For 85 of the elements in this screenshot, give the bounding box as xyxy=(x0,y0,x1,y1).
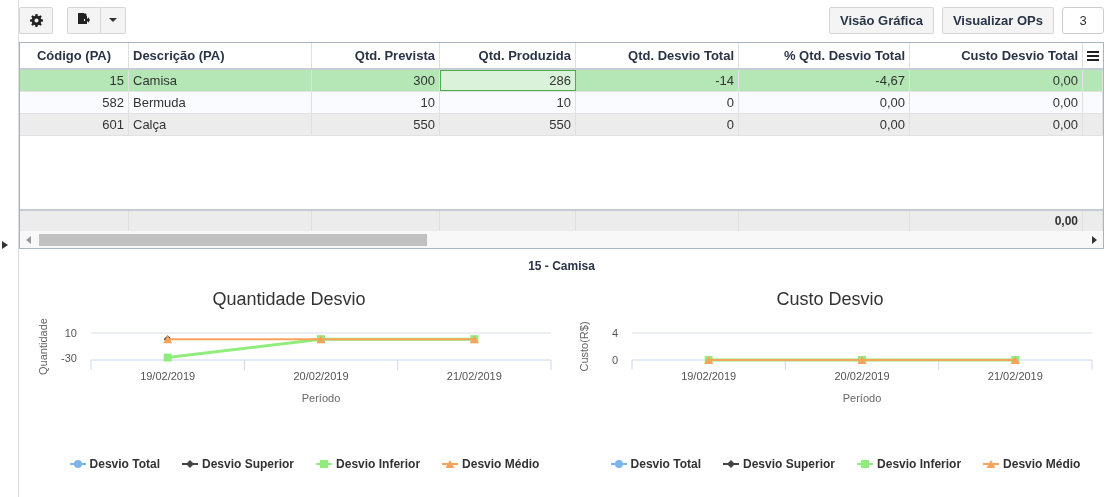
legend-label: Desvio Superior xyxy=(202,457,295,471)
scroll-left-icon[interactable] xyxy=(26,235,31,244)
y-tick-label: 0 xyxy=(611,354,618,366)
legend-label: Desvio Médio xyxy=(1003,457,1081,471)
count-badge: 3 xyxy=(1062,6,1104,34)
y-axis-label: Quantidade xyxy=(37,318,49,375)
table-cell: 10 xyxy=(312,92,440,113)
file-export-icon xyxy=(78,13,90,27)
table-cell: 15 xyxy=(20,70,129,91)
table-cell: 601 xyxy=(20,114,129,135)
table-cell: 0,00 xyxy=(739,114,910,135)
column-header[interactable]: % Qtd. Desvio Total xyxy=(739,43,910,68)
toolbar-button[interactable]: Visualizar OPs xyxy=(941,6,1054,34)
legend-item[interactable]: Desvio Médio xyxy=(442,457,540,471)
legend-item[interactable]: Desvio Total xyxy=(69,457,160,471)
chart-title: Quantidade Desvio xyxy=(212,289,366,309)
legend-item[interactable]: Desvio Superior xyxy=(182,457,295,471)
legend-marker-icon xyxy=(983,459,1000,469)
legend-label: Desvio Total xyxy=(89,457,161,471)
table-cell: Camisa xyxy=(129,70,312,91)
table-cell: 582 xyxy=(20,92,129,113)
x-tick-label: 20/02/2019 xyxy=(293,370,349,382)
column-header[interactable]: Descrição (PA) xyxy=(129,43,312,68)
section-title: 15 - Camisa xyxy=(527,259,596,273)
x-tick-label: 19/02/2019 xyxy=(681,370,737,382)
legend-marker-icon xyxy=(723,459,739,469)
column-header[interactable]: Qtd. Produzida xyxy=(440,43,576,68)
legend-marker-icon xyxy=(442,459,459,469)
table-cell: 0,00 xyxy=(910,70,1083,91)
legend-marker-icon xyxy=(182,459,198,469)
legend-item[interactable]: Desvio Inferior xyxy=(316,457,421,471)
legend-item[interactable]: Desvio Superior xyxy=(723,457,836,471)
table-cell: Calça xyxy=(129,114,312,135)
legend-label: Desvio Inferior xyxy=(336,457,421,471)
table-cell: 10 xyxy=(440,92,576,113)
x-tick-label: 21/02/2019 xyxy=(987,370,1043,382)
y-axis-label: Custo(R$) xyxy=(578,321,590,372)
legend-label: Desvio Superior xyxy=(743,457,836,471)
column-header[interactable]: Qtd. Prevista xyxy=(312,43,440,68)
legend-item[interactable]: Desvio Médio xyxy=(983,457,1081,471)
legend-label: Desvio Médio xyxy=(462,457,540,471)
legend-marker-icon xyxy=(610,459,627,469)
x-tick-label: 20/02/2019 xyxy=(834,370,890,382)
table-cell: -14 xyxy=(576,70,739,91)
export-button[interactable] xyxy=(67,6,101,34)
legend-label: Desvio Inferior xyxy=(877,457,962,471)
caret-icon xyxy=(109,18,117,22)
legend-marker-icon xyxy=(316,459,333,469)
y-tick-label: 4 xyxy=(611,327,618,339)
legend-item[interactable]: Desvio Total xyxy=(610,457,701,471)
table-cell: 0,00 xyxy=(739,92,910,113)
x-axis-label: Período xyxy=(842,392,882,404)
total-value: 0,00 xyxy=(1054,214,1078,228)
table-cell: 0,00 xyxy=(910,92,1083,113)
chart-title: Custo Desvio xyxy=(776,289,884,309)
menu-icon[interactable] xyxy=(1087,50,1099,61)
x-tick-label: 21/02/2019 xyxy=(446,370,502,382)
table-cell: 0 xyxy=(576,114,739,135)
settings-button[interactable] xyxy=(19,6,53,34)
column-header[interactable]: Custo Desvio Total xyxy=(910,43,1083,68)
table-cell: 0,00 xyxy=(910,114,1083,135)
table-cell: -4,67 xyxy=(739,70,910,91)
column-header[interactable]: Qtd. Desvio Total xyxy=(576,43,739,68)
table-cell: Bermuda xyxy=(129,92,312,113)
horizontal-scrollbar[interactable] xyxy=(20,231,1103,248)
expand-icon[interactable] xyxy=(2,241,8,249)
x-axis-label: Período xyxy=(301,392,341,404)
y-tick-label: -30 xyxy=(61,351,77,364)
table-row[interactable]: 15 Camisa 300 286 -14 -4,67 0,00 xyxy=(20,70,1103,92)
table-row[interactable]: 601 Calça 550 550 0 0,00 0,00 xyxy=(20,114,1103,136)
table-cell: 550 xyxy=(440,114,576,135)
table-row[interactable]: 582 Bermuda 10 10 0 0,00 0,00 xyxy=(20,92,1103,114)
table-cell: 550 xyxy=(312,114,440,135)
legend-marker-icon xyxy=(69,459,86,469)
table-cell: 286 xyxy=(440,70,576,91)
gear-icon xyxy=(29,13,43,27)
table-cell: 0 xyxy=(576,92,739,113)
scroll-right-icon[interactable] xyxy=(1092,235,1097,244)
y-tick-label: 10 xyxy=(64,327,77,339)
column-header[interactable]: Código (PA) xyxy=(20,43,129,68)
toolbar-button[interactable]: Visão Gráfica xyxy=(829,6,934,34)
legend-label: Desvio Total xyxy=(630,457,702,471)
x-tick-label: 19/02/2019 xyxy=(140,370,196,382)
legend-item[interactable]: Desvio Inferior xyxy=(857,457,962,471)
legend-marker-icon xyxy=(857,459,874,469)
